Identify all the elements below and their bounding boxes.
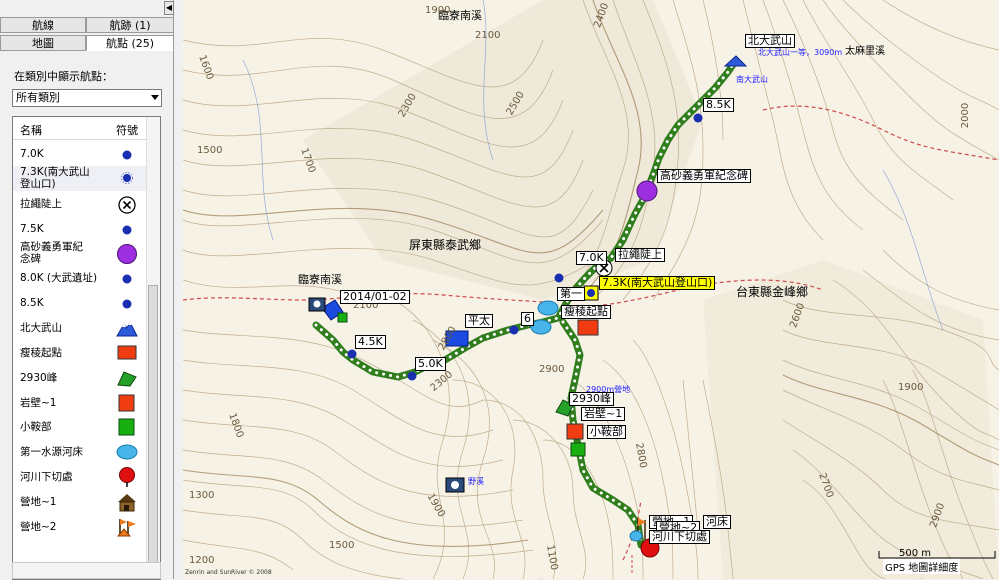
blue-label-nandawu: 南大武山 <box>736 75 768 84</box>
waypoint-list[interactable]: 名稱 符號 7.0K 7.3K(南大武山 登山口) 拉繩陡上 7.5K 高砂義勇… <box>12 116 161 580</box>
cabin-icon <box>118 494 136 512</box>
map-water-icon[interactable] <box>537 300 559 316</box>
contour-label: 1900 <box>898 382 924 393</box>
map-label-cross[interactable]: 平太 <box>465 314 493 328</box>
contour-label: 1900 <box>425 5 451 16</box>
list-item-name: 7.0K <box>20 148 44 160</box>
map-shouleng-icon[interactable] <box>577 319 599 336</box>
topo-map[interactable]: 臨寮南溪 臨寮南溪 太麻里溪 屏東縣泰武鄉 台東縣金峰鄉 1900 2100 2… <box>183 0 999 579</box>
map-label-date[interactable]: 2014/01-02 <box>340 290 410 304</box>
tab-tracks[interactable]: 航跡 (1) <box>86 17 174 33</box>
list-item-name: 8.5K <box>20 297 44 309</box>
contour-label: 2100 <box>475 30 501 41</box>
list-item-name: 岩壁~1 <box>20 397 57 409</box>
green-square-icon <box>118 418 135 436</box>
blue-dot-icon <box>122 150 132 160</box>
list-item-name: 河川下切處 <box>20 471 73 483</box>
water-drop-icon <box>116 444 138 460</box>
vertical-scrollbar[interactable] <box>146 117 160 579</box>
map-label-water[interactable]: 第一 <box>557 287 585 301</box>
list-item-name: 7.3K(南大武山 登山口) <box>20 166 90 190</box>
x-circle-icon <box>118 196 136 214</box>
chevron-down-icon <box>151 95 159 100</box>
category-select[interactable]: 所有類別 <box>12 89 162 107</box>
map-label-saddle[interactable]: 小鞍部 <box>587 425 626 439</box>
map-memorial-icon[interactable] <box>636 180 658 202</box>
list-item-name: 第一水源河床 <box>20 446 83 458</box>
mountain-summit-icon <box>116 320 138 337</box>
map-saddle-icon[interactable] <box>570 442 586 457</box>
list-item-name: 營地~2 <box>20 521 57 533</box>
tab-routes[interactable]: 航線 <box>0 17 86 33</box>
map-label-shouleng[interactable]: 瘦稜起點 <box>561 305 611 319</box>
list-item-name: 7.5K <box>20 223 44 235</box>
place-label-taitung: 台東縣金峰鄉 <box>736 285 809 299</box>
list-item-name: 拉繩陡上 <box>20 198 62 210</box>
tab-row-bottom: 地圖 航點 (25) <box>0 35 174 52</box>
contour-label: 1500 <box>329 540 355 551</box>
place-label-taimali: 太麻里溪 <box>845 46 885 57</box>
map-label-lasheng[interactable]: 拉繩陡上 <box>615 248 665 262</box>
map-label-7-0k[interactable]: 7.0K <box>576 251 607 265</box>
map-dot-8-5k[interactable] <box>693 113 703 123</box>
place-label-linglao-left: 臨寮南溪 <box>298 273 342 286</box>
map-rock-icon[interactable] <box>566 423 584 440</box>
red-square-icon <box>118 394 135 412</box>
purple-circle-icon <box>117 244 137 264</box>
contour-label: 2900 <box>539 364 565 375</box>
column-header-symbol[interactable]: 符號 <box>116 122 138 138</box>
map-label-5-0k[interactable]: 5.0K <box>415 357 446 371</box>
copyright-text: Zenrin and SunRiver © 2008 <box>185 569 272 576</box>
blue-label-summit: 北大武山一等，3090m <box>758 48 843 57</box>
map-dot-7-0k[interactable] <box>554 273 564 283</box>
column-header-name[interactable]: 名稱 <box>20 122 42 138</box>
red-pin-icon <box>119 467 135 487</box>
list-item-name: 小鞍部 <box>20 421 52 433</box>
list-item-name: 瘦稜起點 <box>20 347 62 359</box>
list-item-name: 營地~1 <box>20 496 57 508</box>
contour-label: 1200 <box>189 555 215 566</box>
topo-map-canvas[interactable] <box>183 0 999 579</box>
map-label-6k[interactable]: 6 <box>521 312 534 326</box>
list-item-name: 高砂義勇軍紀 念碑 <box>20 241 83 265</box>
tab-waypoints[interactable]: 航點 (25) <box>86 35 174 51</box>
contour-label: 2000 <box>960 102 972 129</box>
red-square-icon <box>117 345 137 360</box>
list-item-name: 2930峰 <box>20 372 58 384</box>
blue-dot-icon <box>122 274 132 284</box>
contour-label: 1300 <box>189 490 215 501</box>
map-label-2930[interactable]: 2930峰 <box>569 392 614 406</box>
map-label-4-5k[interactable]: 4.5K <box>355 335 386 349</box>
tab-map[interactable]: 地圖 <box>0 35 86 51</box>
category-select-value: 所有類別 <box>16 91 60 104</box>
map-label-riverbed[interactable]: 河床 <box>703 515 731 529</box>
scrollbar-thumb[interactable] <box>148 285 158 563</box>
blue-dot-icon <box>122 299 132 309</box>
blue-flower-dot-icon <box>121 172 133 184</box>
map-detail-label: GPS 地圖詳細度 <box>883 559 961 574</box>
map-label-8-5k[interactable]: 8.5K <box>703 98 734 112</box>
list-item-name: 8.0K (大武遺址) <box>20 272 98 284</box>
waypoint-list-header: 名稱 符號 <box>13 117 148 140</box>
scale-label: 500 m <box>899 548 932 559</box>
tab-row-top: 航線 航跡 (1) <box>0 17 174 34</box>
map-label-beidawu[interactable]: 北大武山 <box>745 34 795 48</box>
waypoint-panel: 航線 航跡 (1) 地圖 航點 (25) ◀ 在類別中顯示航點： 所有類別 名稱… <box>0 0 174 580</box>
place-label-pingtung: 屏東縣泰武鄉 <box>409 238 482 252</box>
blue-dot-icon <box>122 225 132 235</box>
contour-label: 1500 <box>197 145 223 156</box>
green-triangle-icon <box>117 371 137 387</box>
horizontal-scrollbar[interactable] <box>12 562 161 579</box>
list-item[interactable]: 7.3K(南大武山 登山口) <box>13 166 148 191</box>
camp-flag-icon <box>116 519 136 537</box>
blue-label-lake: 野溪 <box>468 477 484 486</box>
map-label-river[interactable]: 河川下切處 <box>649 530 710 544</box>
collapse-panel-button[interactable]: ◀ <box>164 1 174 15</box>
map-label-rock[interactable]: 岩壁~1 <box>581 407 626 421</box>
category-prompt-label: 在類別中顯示航點： <box>14 70 113 83</box>
map-label-trailhead[interactable]: 7.3K(南大武山登山口) <box>599 276 716 290</box>
list-item-name: 北大武山 <box>20 322 62 334</box>
map-label-memorial[interactable]: 高砂義勇軍紀念碑 <box>657 169 751 183</box>
